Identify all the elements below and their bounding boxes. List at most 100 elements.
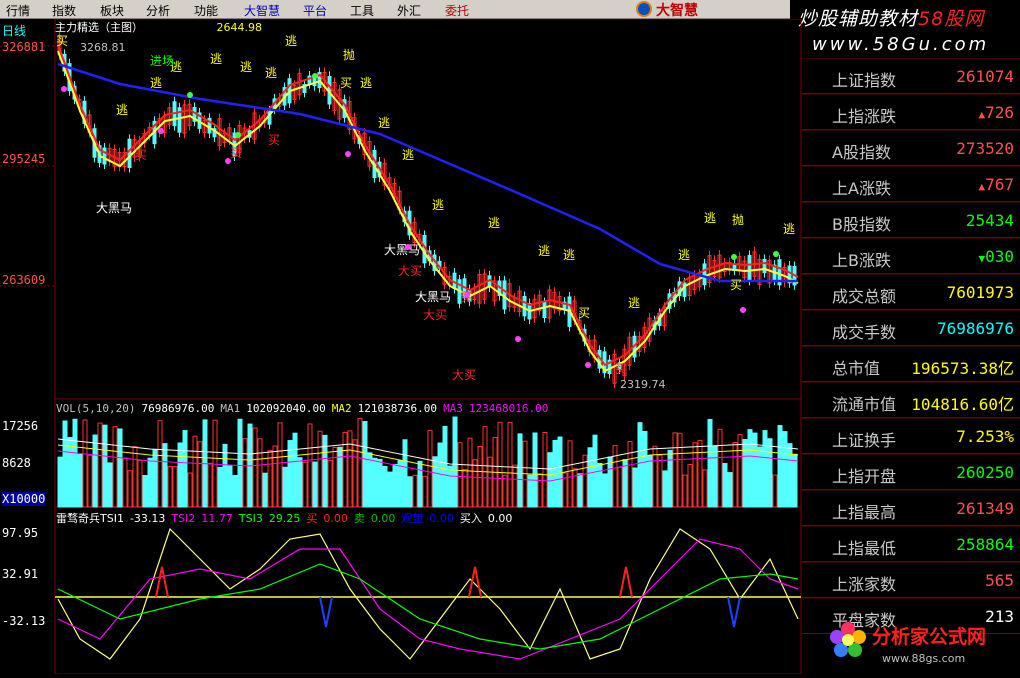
panel-row-value: 7.253% [956,427,1014,446]
volume-bar [682,474,688,508]
panel-row-label: 总市值 [832,359,881,378]
volume-bar [742,439,748,508]
volume-bar [262,472,268,508]
brand-logo[interactable]: 大智慧 [636,0,698,19]
volume-bar [747,429,753,508]
volume-bar [537,473,543,508]
menu-3[interactable]: 分析 [146,2,170,19]
signal-dot [345,151,351,157]
tsiinfo-part-8: 卖 [353,512,365,525]
panel-value-text: 25434 [965,211,1014,230]
volume-bar [117,428,123,508]
signal-dot [740,307,746,313]
tsi1-line [57,527,799,660]
chart-area[interactable]: 逃逃逃逃逃逃抛逃逃逃逃逃逃逃逃逃逃逃抛逃进场买买买大买 大买 大买 大黑马 大黑马 大黑马… [0,18,802,675]
signal-dot [225,158,231,164]
panel-row[interactable]: 上A涨跌 ▲767 [802,166,1020,202]
volinfo-part-2: MA1 [220,402,241,415]
panel-row[interactable]: B股指数 25434 [802,202,1020,238]
signal-dot [61,86,67,92]
volume-bar [172,466,178,508]
vol-unit: X10000 [2,492,46,506]
tsiinfo-part-1: -33.13 [129,512,166,525]
panel-row[interactable]: 流通市值 104816.60亿 [802,382,1020,418]
volume-bar [677,432,683,508]
menu-2[interactable]: 板块 [100,2,124,19]
volume-bar [652,445,658,508]
volume-bar [637,422,643,508]
panel-row[interactable]: 上证指数 261074 [802,58,1020,94]
panel-row[interactable]: 上证换手 7.253% [802,418,1020,454]
panel-row[interactable]: 上指涨跌 ▲726 [802,94,1020,130]
volume-bar [662,470,668,508]
candle-body [542,301,547,319]
panel-value-text: 273520 [956,139,1014,158]
volume-bar [442,425,448,508]
panel-row[interactable]: A股指数 273520 [802,130,1020,166]
volume-bar [717,428,723,508]
volume-bar [657,454,663,508]
panel-row[interactable]: 成交手数 76986976 [802,310,1020,346]
panel-row-label: 上证指数 [832,71,897,90]
brand-name: 大智慧 [656,3,698,19]
period-label[interactable]: 日线 [2,22,26,39]
volume-bar [572,468,578,508]
signal-tag: 进场 [150,54,174,68]
volume-bar [617,466,623,508]
signal-dot [731,254,737,260]
tsiinfo-part-13: 0.00 [487,512,513,525]
panel-row[interactable]: 上指最低 258864 [802,526,1020,562]
flower-icon [830,622,866,657]
volume-bar [447,465,453,508]
panel-row[interactable]: 上涨家数 565 [802,562,1020,598]
menu-8[interactable]: 外汇 [397,2,421,19]
menu-0[interactable]: 行情 [6,2,30,19]
volume-bar [722,462,728,508]
panel-value-text: 7.253% [956,427,1014,446]
volume-bar [582,454,588,508]
panel-row-label: 流通市值 [832,395,897,414]
tsiinfo-part-12: 买入 [459,512,482,525]
panel-row-label: 上指开盘 [832,467,897,486]
menu-7[interactable]: 工具 [350,2,374,19]
volume-bar [82,419,88,508]
panel-row-label: 上指涨跌 [832,107,897,126]
signal-tag: 抛 [732,212,744,227]
y-label-high: 326881 [2,40,46,54]
volume-bar [457,442,463,508]
signal-tag: 抛 [343,47,355,62]
signal-tag: 逃 [704,211,716,225]
signal-tag: 逃 [402,148,414,162]
volume-bar [732,441,738,508]
signal-spike-3 [319,596,333,628]
vol-info: VOL(5,10,20) 76986976.00 MA1 102092040.00 MA… [56,402,554,415]
panel-row[interactable]: 上指最高 261349 [802,490,1020,526]
tsi2-line [57,538,799,660]
panel-row-label: B股指数 [832,215,891,234]
menu-1[interactable]: 指数 [52,2,76,19]
volume-bar [112,426,118,508]
menu-6[interactable]: 平台 [303,2,327,19]
volume-bar [712,445,718,508]
signal-tag: 买 [730,278,742,292]
panel-row[interactable]: 总市值 196573.38亿 [802,346,1020,382]
volume-bar [192,435,198,508]
banner-url: www.58Gu.com [812,34,990,55]
volume-bar [372,457,378,508]
tsiinfo-part-3: 11.77 [201,512,233,525]
panel-row[interactable]: 上指开盘 260250 [802,454,1020,490]
volume-bar [542,432,548,508]
volinfo-part-5: 121038736.00 [357,402,438,415]
menu-4[interactable]: 功能 [194,2,218,19]
panel-row[interactable]: 上B涨跌 ▼030 [802,238,1020,274]
panel-row[interactable]: 成交总额 7601973 [802,274,1020,310]
volume-bar [152,449,158,508]
menu-5[interactable]: 大智慧 [244,2,280,19]
volume-bar [62,420,68,508]
menu-9[interactable]: 委托 [445,2,469,19]
volume-bar [487,456,493,508]
signal-tag: 买 [578,306,590,320]
charts-svg[interactable]: 逃逃逃逃 逃逃抛逃逃逃逃逃逃逃 逃逃逃逃 抛逃进场买 买买大买大买大买大黑马大黑马大黑马… [0,18,802,675]
volume-bar [207,462,213,508]
volume-bar [462,468,468,508]
